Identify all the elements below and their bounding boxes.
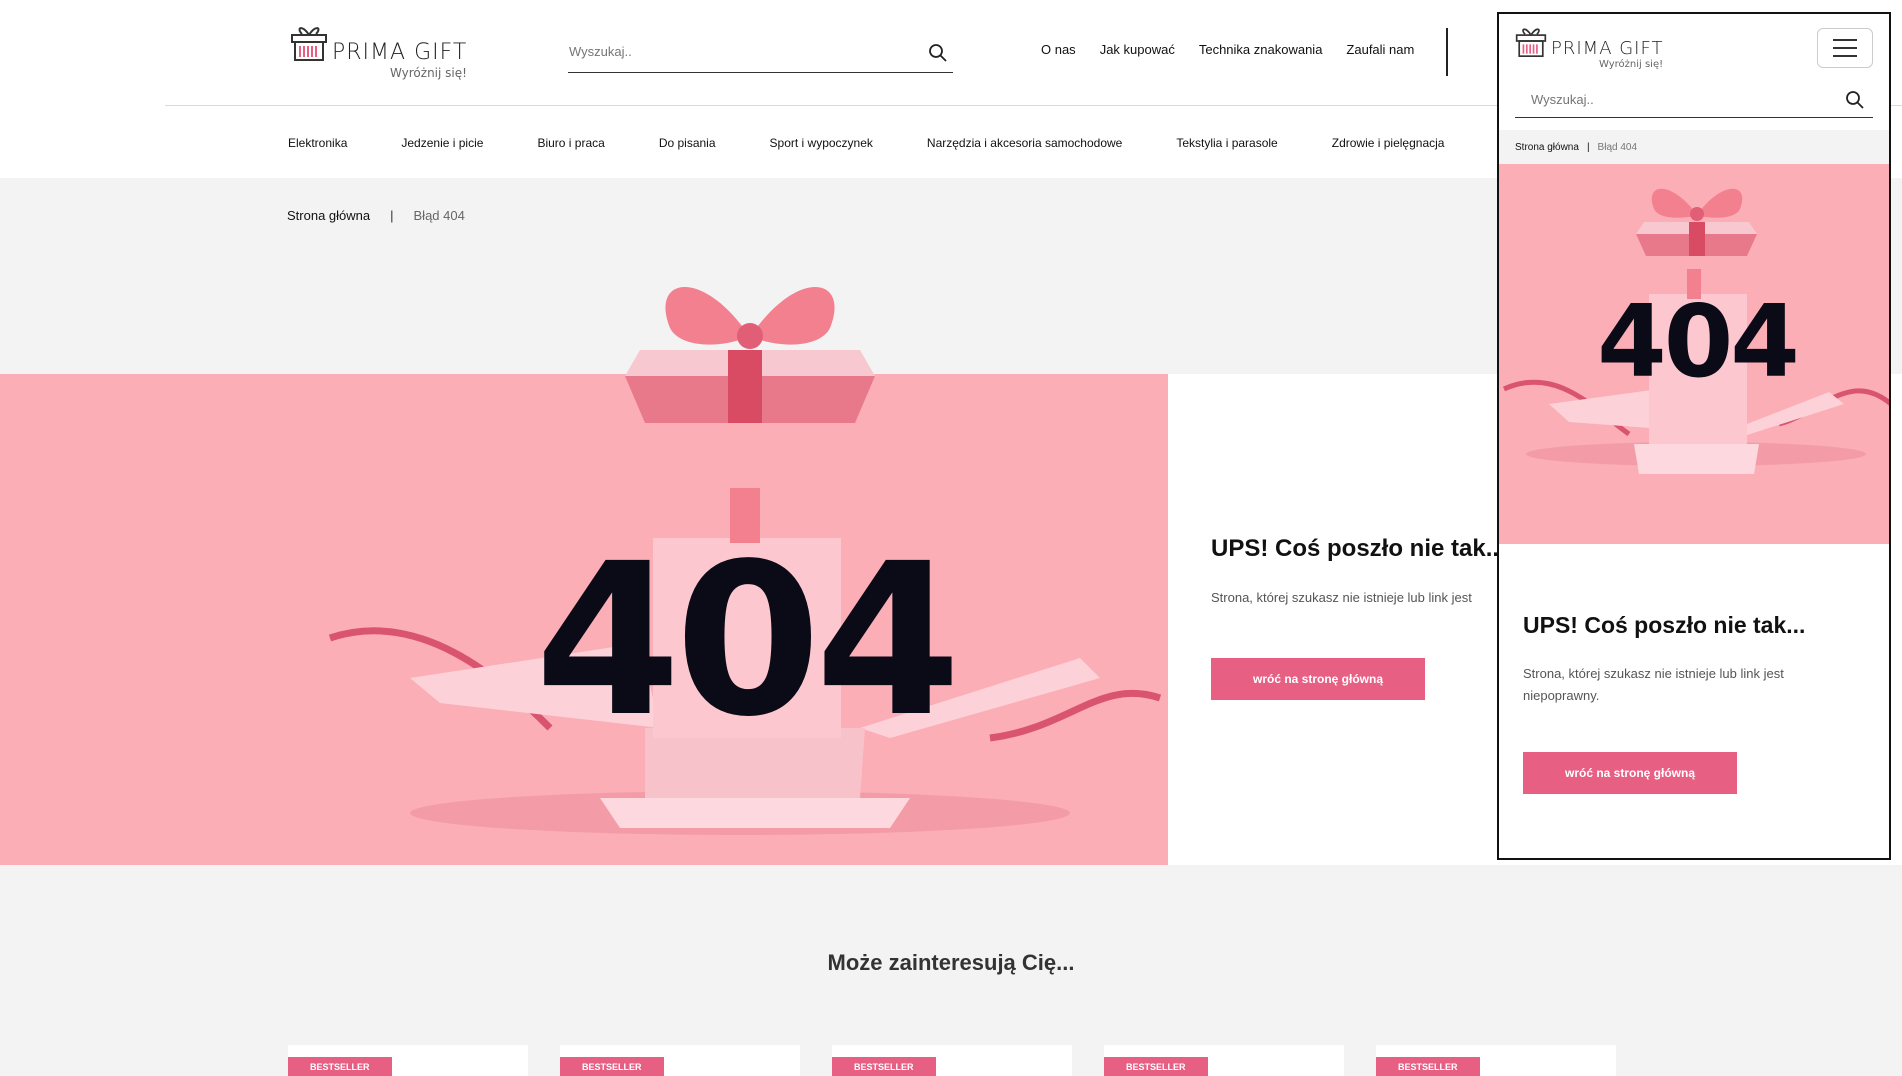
breadcrumb-home[interactable]: Strona główna (1515, 142, 1579, 153)
error-code-graphic: 404 (1597, 283, 1797, 400)
gift-box-icon (1515, 28, 1547, 57)
brand-tagline: Wyróżnij się! (1599, 59, 1664, 70)
breadcrumb: Strona główna | Błąd 404 (287, 208, 465, 223)
topnav-how-to-buy[interactable]: Jak kupować (1100, 42, 1175, 57)
bestseller-badge: BESTSELLER (1376, 1057, 1480, 1076)
breadcrumb-current: Błąd 404 (413, 208, 465, 223)
breadcrumb-separator: | (1586, 141, 1590, 153)
error-title: UPS! Coś poszło nie tak... (1523, 612, 1806, 638)
error-description: Strona, której szukasz nie istnieje lub … (1211, 590, 1472, 605)
category-item[interactable]: Jedzenie i picie (401, 136, 483, 150)
recommendations-title: Może zainteresują Cię... (827, 950, 1075, 975)
gift-404-illustration: 404 (328, 286, 1162, 835)
site-logo[interactable]: PRIMA GIFT Wyróżnij się! (290, 22, 468, 80)
gift-box-icon (291, 27, 327, 61)
category-item[interactable]: Biuro i praca (537, 136, 604, 150)
search-bar (568, 36, 953, 73)
category-item[interactable]: Do pisania (659, 136, 716, 150)
gift-404-illustration: 404 (1502, 188, 1889, 474)
search-input[interactable] (569, 44, 889, 59)
back-home-button[interactable]: wróć na stronę główną (1211, 658, 1425, 700)
product-card[interactable]: BESTSELLER (1104, 1045, 1344, 1076)
mobile-search-bar (1515, 84, 1873, 118)
error-title: UPS! Coś poszło nie tak... (1211, 535, 1506, 562)
top-nav: O nas Jak kupować Technika znakowania Za… (1041, 42, 1438, 57)
mobile-logo[interactable]: PRIMA GIFT Wyróżnij się! (1515, 24, 1664, 70)
product-card[interactable]: BESTSELLER (832, 1045, 1072, 1076)
hamburger-menu-icon[interactable] (1817, 28, 1873, 68)
category-item[interactable]: Zdrowie i pielęgnacja (1332, 136, 1445, 150)
error-code-graphic: 404 (535, 518, 955, 763)
breadcrumb-home[interactable]: Strona główna (287, 208, 370, 223)
mobile-breadcrumb: Strona główna | Błąd 404 (1499, 130, 1889, 164)
brand-tagline: Wyróżnij się! (390, 66, 467, 80)
category-item[interactable]: Elektronika (288, 136, 347, 150)
back-home-button[interactable]: wróć na stronę główną (1523, 752, 1737, 794)
bestseller-badge: BESTSELLER (1104, 1057, 1208, 1076)
nav-divider (1446, 28, 1448, 76)
product-list: BESTSELLER BESTSELLER BESTSELLER BESTSEL… (288, 1045, 1648, 1076)
bestseller-badge: BESTSELLER (560, 1057, 664, 1076)
breadcrumb-current: Błąd 404 (1597, 141, 1638, 153)
topnav-marking[interactable]: Technika znakowania (1199, 42, 1323, 57)
mobile-hero-image: 404 (1499, 164, 1889, 544)
error-description: Strona, której szukasz nie istnieje lub … (1523, 666, 1784, 703)
product-card[interactable]: BESTSELLER (1376, 1045, 1616, 1076)
bestseller-badge: BESTSELLER (288, 1057, 392, 1076)
search-icon[interactable] (928, 43, 948, 63)
product-card[interactable]: BESTSELLER (288, 1045, 528, 1076)
category-nav: Elektronika Jedzenie i picie Biuro i pra… (288, 136, 1498, 150)
brand-name: PRIMA GIFT (332, 40, 468, 65)
topnav-clients[interactable]: Zaufali nam (1346, 42, 1414, 57)
bestseller-badge: BESTSELLER (832, 1057, 936, 1076)
search-input[interactable] (1531, 92, 1821, 107)
topnav-about[interactable]: O nas (1041, 42, 1076, 57)
category-item[interactable]: Narzędzia i akcesoria samochodowe (927, 136, 1122, 150)
search-icon[interactable] (1845, 90, 1865, 110)
category-item[interactable]: Tekstylia i parasole (1176, 136, 1277, 150)
brand-name: PRIMA GIFT (1551, 38, 1664, 59)
category-item[interactable]: Sport i wypoczynek (770, 136, 873, 150)
product-card[interactable]: BESTSELLER (560, 1045, 800, 1076)
breadcrumb-separator: | (390, 208, 394, 223)
mobile-preview: PRIMA GIFT Wyróżnij się! Strona główna |… (1497, 12, 1891, 860)
